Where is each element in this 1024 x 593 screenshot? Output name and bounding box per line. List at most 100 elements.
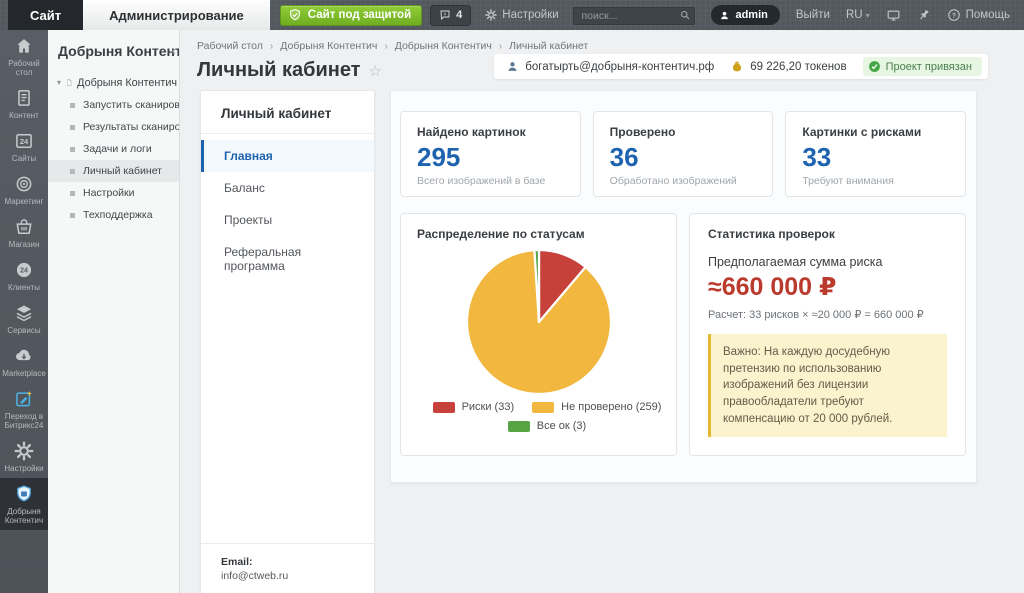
notifications-badge[interactable]: 4 [430, 5, 471, 26]
pie-legend: Риски (33) Не проверено (259) Все ок (3) [417, 401, 677, 432]
risk-warning-note: Важно: На каждую досудебную претензию по… [708, 334, 947, 437]
help-button[interactable]: Помощь [947, 8, 1010, 22]
tree-item-label: Личный кабинет [83, 165, 162, 177]
shield-icon [14, 484, 34, 504]
breadcrumb-item[interactable]: Добрыня Контентич [395, 40, 492, 52]
cabinet-menu-main[interactable]: Главная [201, 140, 374, 172]
breadcrumb-item[interactable]: Добрыня Контентич [280, 40, 377, 52]
marketing-icon [14, 174, 34, 194]
pin-icon[interactable] [917, 8, 931, 22]
site-protected-button[interactable]: Сайт под защитой [280, 5, 422, 26]
monitor-icon[interactable] [886, 8, 901, 23]
language-selector[interactable]: RU ▾ [846, 9, 870, 21]
tree-item-cabinet[interactable]: Личный кабинет [48, 160, 179, 182]
stat-card-risks: Картинки с рисками 33 Требуют внимания [785, 111, 966, 197]
tree-item-label: Техподдержка [83, 209, 153, 221]
rail-item-dobrynya[interactable]: Добрыня Контентич [0, 478, 48, 530]
risk-card-title: Статистика проверок [708, 227, 947, 241]
tree-item-support[interactable]: Техподдержка [48, 204, 179, 226]
rail-item-label: Marketplace [2, 369, 46, 378]
topbar: Сайт Администрирование Сайт под защитой … [0, 0, 1024, 30]
rail-item-bitrix24[interactable]: Переход в Битрикс24 [0, 383, 48, 435]
rail-item-shop[interactable]: Магазин [0, 211, 48, 254]
legend-label: Все ок (3) [537, 420, 586, 432]
cabinet-menu-projects[interactable]: Проекты [201, 204, 374, 236]
tree-item-settings[interactable]: Настройки [48, 182, 179, 204]
shield-check-icon [288, 8, 302, 22]
breadcrumb-item[interactable]: Рабочий стол [197, 40, 263, 52]
content-area: Рабочий стол › Добрыня Контентич › Добры… [180, 30, 1024, 593]
breadcrumb-item[interactable]: Личный кабинет [509, 40, 588, 52]
tab-site[interactable]: Сайт [8, 0, 83, 30]
risk-stats-card: Статистика проверок Предполагаемая сумма… [689, 213, 966, 456]
notifications-count: 4 [456, 9, 462, 21]
topbar-right: admin Выйти RU ▾ Помощь [573, 5, 1024, 25]
stat-card-value: 33 [802, 144, 949, 170]
check-icon [868, 60, 881, 73]
shop-icon [14, 217, 34, 237]
rail-item-content[interactable]: Контент [0, 82, 48, 125]
rail-item-desktop[interactable]: Рабочий стол [0, 30, 48, 82]
sites-icon [14, 131, 34, 151]
clients-icon [14, 260, 34, 280]
rail-item-label: Сайты [12, 154, 36, 163]
page-title: Личный кабинет [197, 59, 360, 82]
tree-item-tasks[interactable]: Задачи и логи [48, 138, 179, 160]
logout-link[interactable]: Выйти [796, 9, 830, 21]
chevron-down-icon[interactable]: ▾ [57, 78, 61, 87]
account-email-value: богатырть@добрыня-контентич.рф [525, 61, 714, 73]
stats-cards-row: Найдено картинок 295 Всего изображений в… [400, 111, 966, 197]
user-menu-button[interactable]: admin [711, 5, 779, 25]
cabinet-menu-balance[interactable]: Баланс [201, 172, 374, 204]
stat-card-subtitle: Требуют внимания [802, 175, 949, 187]
status-pie-card: Распределение по статусам Риски (33)Не п… [400, 213, 677, 456]
search-input[interactable] [573, 7, 695, 25]
search-icon[interactable] [679, 9, 691, 21]
chevron-left-icon[interactable]: ‹ [172, 43, 176, 58]
rail-item-sites[interactable]: Сайты [0, 125, 48, 168]
stat-card-subtitle: Обработано изображений [610, 175, 757, 187]
email-value: info@ctweb.ru [221, 570, 354, 582]
rail-item-clients[interactable]: Клиенты [0, 254, 48, 297]
tree-root-item[interactable]: ▾ Добрыня Контентич [48, 71, 179, 94]
topbar-settings-button[interactable]: Настройки [485, 9, 558, 21]
home-icon [14, 36, 34, 56]
legend-label: Риски (33) [462, 401, 515, 413]
stat-card-value: 295 [417, 144, 564, 170]
rail-item-services[interactable]: Сервисы [0, 297, 48, 340]
rail-item-label: Контент [9, 111, 39, 120]
project-status-badge[interactable]: Проект привязан [863, 57, 982, 76]
star-icon[interactable]: ☆ [368, 62, 381, 80]
cabinet-footer: Email: info@ctweb.ru ВЫЙТИ [201, 543, 374, 593]
rail-item-marketing[interactable]: Маркетинг [0, 168, 48, 211]
rail-item-settings[interactable]: Настройки [0, 435, 48, 478]
cabinet-menu: Главная Баланс Проекты Реферальная прогр… [201, 134, 374, 282]
site-protected-label: Сайт под защитой [308, 9, 411, 21]
document-icon [65, 76, 73, 89]
rail-item-label: Рабочий стол [1, 59, 47, 77]
tree-item-results[interactable]: Результаты сканирования [48, 116, 179, 138]
marketplace-icon [14, 346, 34, 366]
cabinet-menu-referral[interactable]: Реферальная программа [201, 236, 374, 282]
tree-item-scan[interactable]: Запустить сканирование [48, 94, 179, 116]
stat-card-found: Найдено картинок 295 Всего изображений в… [400, 111, 581, 197]
rail-item-label: Магазин [9, 240, 40, 249]
tree-root-label: Добрыня Контентич [77, 77, 177, 89]
rail-item-label: Настройки [4, 464, 43, 473]
tab-administration[interactable]: Администрирование [83, 0, 270, 30]
risk-calculation: Расчет: 33 рисков × ≈20 000 ₽ = 660 000 … [708, 308, 947, 321]
bullet-icon [70, 125, 75, 130]
legend-item: Не проверено (259) [532, 401, 661, 413]
charts-row: Распределение по статусам Риски (33)Не п… [400, 213, 966, 456]
account-tokens[interactable]: 69 226,20 токенов [730, 60, 846, 74]
account-email[interactable]: богатырть@добрыня-контентич.рф [506, 60, 714, 73]
rail-item-marketplace[interactable]: Marketplace [0, 340, 48, 383]
bullet-icon [70, 169, 75, 174]
admin-screen: Сайт Администрирование Сайт под защитой … [0, 0, 1024, 593]
chevron-down-icon: ▾ [866, 11, 870, 20]
tree-item-label: Задачи и логи [83, 143, 152, 155]
tree-item-label: Настройки [83, 187, 135, 199]
module-title-row: Добрыня Контентич ‹ [48, 30, 179, 71]
risk-label: Предполагаемая сумма риска [708, 255, 947, 269]
user-icon [506, 60, 519, 73]
